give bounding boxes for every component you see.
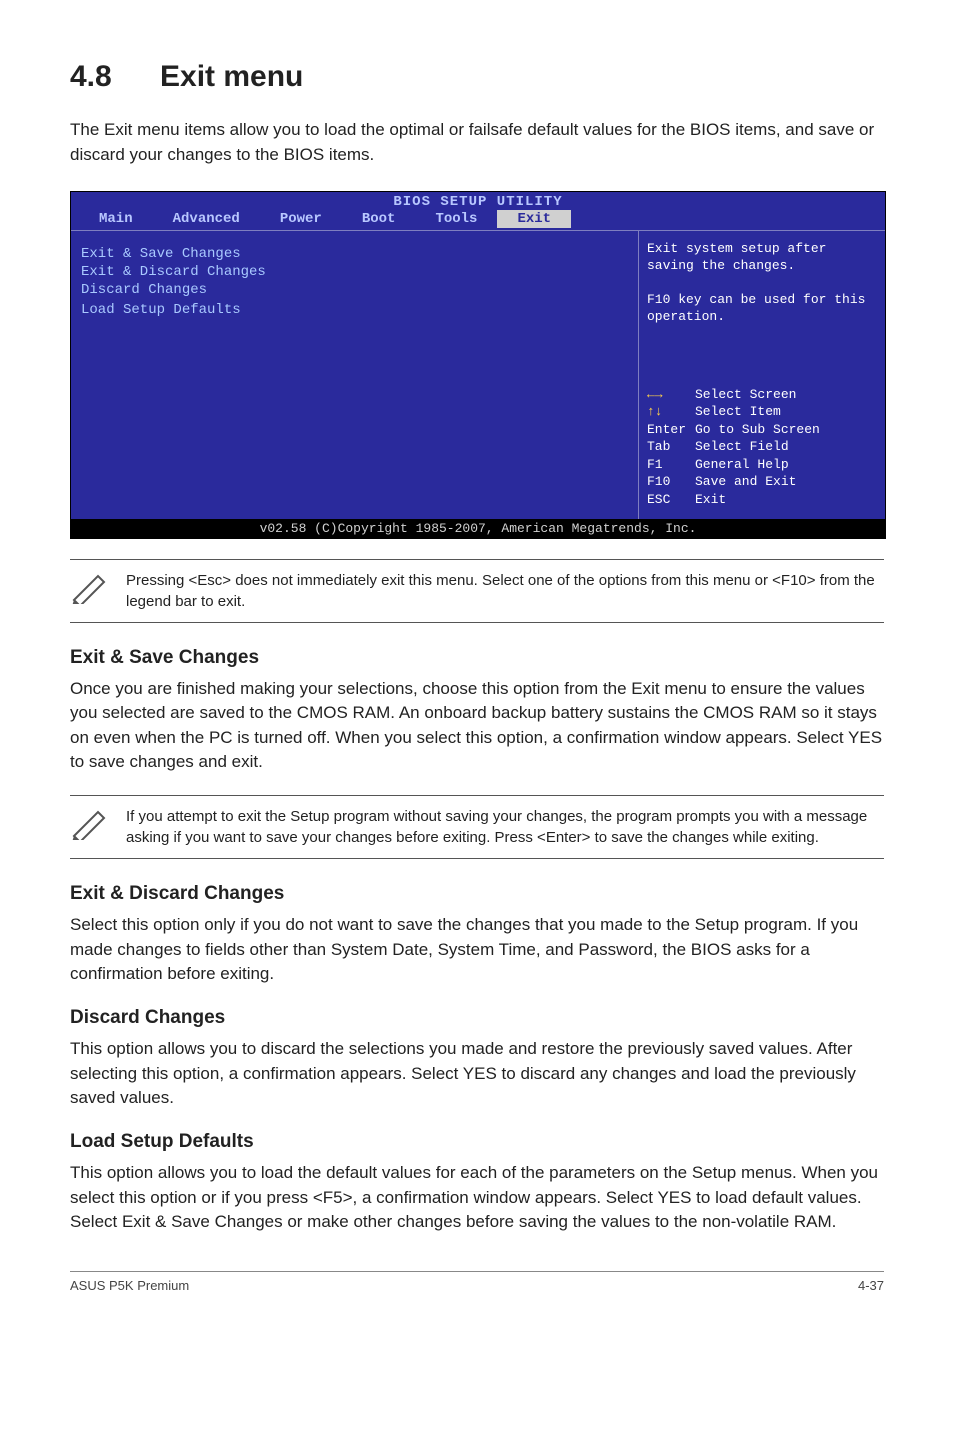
bios-copyright: v02.58 (C)Copyright 1985-2007, American …: [71, 519, 885, 538]
bios-item: Exit & Discard Changes: [81, 263, 628, 281]
page-footer: ASUS P5K Premium 4-37: [70, 1271, 884, 1293]
bios-help-panel: Exit system setup after saving the chang…: [639, 230, 885, 518]
key-label: Go to Sub Screen: [695, 421, 820, 439]
bios-help-text: Exit system setup after saving the chang…: [647, 241, 877, 325]
key: ←→: [647, 386, 695, 404]
bios-menu-items: Exit & Save Changes Exit & Discard Chang…: [71, 230, 639, 518]
body-text: This option allows you to discard the se…: [70, 1037, 884, 1111]
key: F10: [647, 473, 695, 491]
footer-right: 4-37: [858, 1278, 884, 1293]
note-text: If you attempt to exit the Setup program…: [126, 806, 884, 848]
note: Pressing <Esc> does not immediately exit…: [70, 559, 884, 623]
pencil-icon: [70, 572, 110, 604]
key: ESC: [647, 491, 695, 509]
key-label: Select Screen: [695, 386, 796, 404]
bios-tab-exit: Exit: [497, 210, 571, 228]
bios-title: BIOS SETUP UTILITY: [71, 192, 885, 210]
bios-tab-boot: Boot: [342, 210, 416, 228]
section-number: 4.8: [70, 60, 160, 94]
section-name: Exit menu: [160, 60, 303, 93]
page-title: 4.8Exit menu: [70, 60, 884, 94]
key: ↑↓: [647, 403, 695, 421]
pencil-icon: [70, 808, 110, 840]
bios-tab-tools: Tools: [415, 210, 497, 228]
key: Tab: [647, 438, 695, 456]
bios-setup-screenshot: BIOS SETUP UTILITY Main Advanced Power B…: [70, 191, 886, 538]
subheading-discard: Discard Changes: [70, 1007, 884, 1029]
bios-key-legend: ←→Select Screen ↑↓Select Item EnterGo to…: [647, 386, 877, 509]
key-label: Save and Exit: [695, 473, 796, 491]
key-label: Select Field: [695, 438, 789, 456]
bios-item: Exit & Save Changes: [81, 245, 628, 263]
key-label: General Help: [695, 456, 789, 474]
bios-tab-main: Main: [79, 210, 153, 228]
bios-item: Discard Changes: [81, 281, 628, 299]
subheading-exit-discard: Exit & Discard Changes: [70, 883, 884, 905]
body-text: Select this option only if you do not wa…: [70, 913, 884, 987]
body-text: Once you are finished making your select…: [70, 677, 884, 776]
footer-left: ASUS P5K Premium: [70, 1278, 189, 1293]
note: If you attempt to exit the Setup program…: [70, 795, 884, 859]
intro-text: The Exit menu items allow you to load th…: [70, 118, 884, 167]
bios-tab-power: Power: [260, 210, 342, 228]
bios-tab-advanced: Advanced: [153, 210, 260, 228]
subheading-load-defaults: Load Setup Defaults: [70, 1131, 884, 1153]
key-label: Exit: [695, 491, 726, 509]
bios-item: Load Setup Defaults: [81, 301, 628, 319]
key: F1: [647, 456, 695, 474]
body-text: This option allows you to load the defau…: [70, 1161, 884, 1235]
key: Enter: [647, 421, 695, 439]
bios-tab-bar: Main Advanced Power Boot Tools Exit: [71, 210, 885, 230]
note-text: Pressing <Esc> does not immediately exit…: [126, 570, 884, 612]
key-label: Select Item: [695, 403, 781, 421]
subheading-exit-save: Exit & Save Changes: [70, 647, 884, 669]
